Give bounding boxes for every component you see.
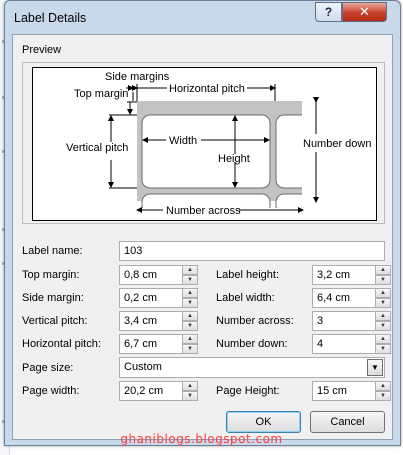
number-down-field[interactable]: 4 bbox=[312, 334, 376, 354]
top-margin-spinner[interactable]: ▲ ▼ bbox=[182, 265, 198, 285]
ok-button[interactable]: OK bbox=[226, 411, 301, 433]
spin-up-icon[interactable]: ▲ bbox=[375, 288, 391, 298]
side-margin-spinner[interactable]: ▲ ▼ bbox=[182, 288, 198, 308]
title-bar: Label Details ? ✕ bbox=[5, 1, 400, 35]
spin-up-icon[interactable]: ▲ bbox=[182, 381, 198, 391]
number-across-label: Number across bbox=[166, 205, 241, 217]
label-details-dialog: Label Details ? ✕ Preview Side margins H… bbox=[4, 0, 401, 446]
side-margins-label: Side margins bbox=[105, 71, 170, 83]
preview-group: Side margins Horizontal pitch Top margin bbox=[22, 62, 385, 224]
spin-up-icon[interactable]: ▲ bbox=[375, 265, 391, 275]
spin-up-icon[interactable]: ▲ bbox=[182, 288, 198, 298]
height-label: Height bbox=[218, 153, 250, 165]
number-down-spinner[interactable]: ▲ ▼ bbox=[375, 334, 391, 354]
spin-down-icon[interactable]: ▼ bbox=[182, 298, 198, 308]
vertical-pitch-field-label: Vertical pitch: bbox=[22, 315, 88, 327]
spin-down-icon[interactable]: ▼ bbox=[182, 321, 198, 331]
close-button[interactable]: ✕ bbox=[342, 2, 387, 22]
top-margin-label: Top margin bbox=[74, 88, 128, 100]
number-down-label: Number down bbox=[303, 138, 371, 150]
spin-up-icon[interactable]: ▲ bbox=[182, 311, 198, 321]
horizontal-pitch-field-label: Horizontal pitch: bbox=[22, 338, 101, 350]
page-width-field-label: Page width: bbox=[22, 385, 80, 397]
page-height-field-label: Page Height: bbox=[216, 385, 280, 397]
label-width-field-label: Label width: bbox=[216, 292, 275, 304]
spin-down-icon[interactable]: ▼ bbox=[182, 275, 198, 285]
label-height-field[interactable]: 3,2 cm bbox=[312, 265, 376, 285]
top-margin-field-label: Top margin: bbox=[22, 269, 80, 281]
page-size-select[interactable]: Custom ▼ bbox=[119, 357, 385, 378]
spin-down-icon[interactable]: ▼ bbox=[375, 275, 391, 285]
page-size-value: Custom bbox=[124, 361, 162, 373]
number-across-spinner[interactable]: ▲ ▼ bbox=[375, 311, 391, 331]
spin-up-icon[interactable]: ▲ bbox=[182, 334, 198, 344]
side-margin-field-label: Side margin: bbox=[22, 292, 84, 304]
page-height-spinner[interactable]: ▲ ▼ bbox=[375, 381, 391, 401]
number-across-field-label: Number across: bbox=[216, 315, 294, 327]
page-height-field[interactable]: 15 cm bbox=[312, 381, 376, 401]
label-name-field[interactable]: 103 bbox=[119, 241, 385, 261]
watermark-text: ghaniblogs.blogspot.com bbox=[120, 432, 283, 446]
preview-heading: Preview bbox=[22, 44, 62, 56]
label-width-spinner[interactable]: ▲ ▼ bbox=[375, 288, 391, 308]
top-margin-field[interactable]: 0,8 cm bbox=[119, 265, 183, 285]
preview-canvas: Side margins Horizontal pitch Top margin bbox=[32, 67, 377, 221]
label-name-label: Label name: bbox=[22, 245, 83, 257]
cancel-button[interactable]: Cancel bbox=[310, 411, 385, 433]
page-size-label: Page size: bbox=[22, 362, 74, 374]
vertical-pitch-label: Vertical pitch bbox=[66, 142, 128, 154]
spin-down-icon[interactable]: ▼ bbox=[375, 391, 391, 401]
canvas-right-mask bbox=[302, 102, 376, 220]
question-icon: ? bbox=[324, 5, 333, 19]
label-height-field-label: Label height: bbox=[216, 269, 279, 281]
number-across-field[interactable]: 3 bbox=[312, 311, 376, 331]
spin-down-icon[interactable]: ▼ bbox=[375, 344, 391, 354]
spin-down-icon[interactable]: ▼ bbox=[182, 344, 198, 354]
vertical-pitch-field[interactable]: 3,4 cm bbox=[119, 311, 183, 331]
spin-down-icon[interactable]: ▼ bbox=[375, 298, 391, 308]
spin-down-icon[interactable]: ▼ bbox=[182, 391, 198, 401]
page-width-field[interactable]: 20,2 cm bbox=[119, 381, 183, 401]
label-width-field[interactable]: 6,4 cm bbox=[312, 288, 376, 308]
spin-down-icon[interactable]: ▼ bbox=[375, 321, 391, 331]
close-icon: ✕ bbox=[359, 4, 370, 19]
spin-up-icon[interactable]: ▲ bbox=[375, 311, 391, 321]
label-height-spinner[interactable]: ▲ ▼ bbox=[375, 265, 391, 285]
chevron-down-icon[interactable]: ▼ bbox=[367, 359, 383, 376]
horizontal-pitch-field[interactable]: 6,7 cm bbox=[119, 334, 183, 354]
number-down-field-label: Number down: bbox=[216, 338, 288, 350]
horizontal-pitch-label: Horizontal pitch bbox=[169, 83, 245, 95]
dialog-title: Label Details bbox=[14, 11, 87, 25]
dialog-body: Preview Side margins Horizontal pitch To… bbox=[12, 34, 393, 440]
vertical-pitch-spinner[interactable]: ▲ ▼ bbox=[182, 311, 198, 331]
spin-up-icon[interactable]: ▲ bbox=[375, 334, 391, 344]
width-label: Width bbox=[169, 135, 197, 147]
help-button[interactable]: ? bbox=[315, 2, 342, 22]
horizontal-pitch-spinner[interactable]: ▲ ▼ bbox=[182, 334, 198, 354]
label-shape-1 bbox=[141, 114, 271, 189]
spin-up-icon[interactable]: ▲ bbox=[375, 381, 391, 391]
page-width-spinner[interactable]: ▲ ▼ bbox=[182, 381, 198, 401]
side-margin-field[interactable]: 0,2 cm bbox=[119, 288, 183, 308]
spin-up-icon[interactable]: ▲ bbox=[182, 265, 198, 275]
